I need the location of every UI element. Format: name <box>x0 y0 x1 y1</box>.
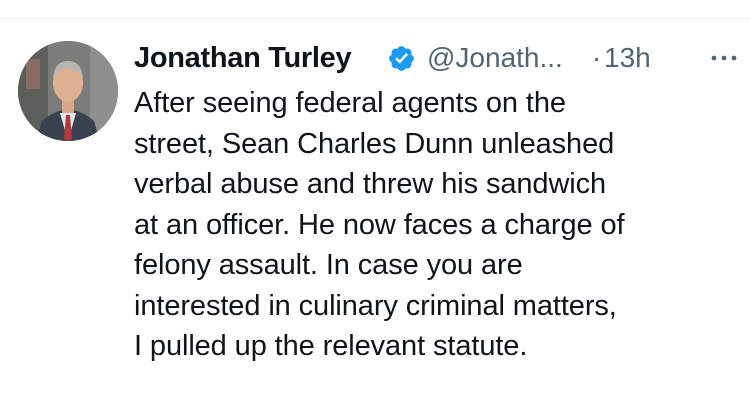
tweet-text-line: verbal abuse and threw his sandwich <box>134 168 607 200</box>
timestamp[interactable]: 13h <box>604 39 651 77</box>
tweet-text-line: at an officer. He now faces a charge of <box>134 208 625 241</box>
tweet-header: Jonathan Turley @Jonath... · 13h <box>134 39 737 79</box>
tweet-text-line: I pulled up the relevant statute. <box>134 330 528 362</box>
verified-badge-icon[interactable] <box>387 44 416 73</box>
tweet-text: After seeing federal agents on the stree… <box>134 83 734 367</box>
author-handle[interactable]: @Jonath... <box>427 39 563 77</box>
author-name[interactable]: Jonathan Turley <box>134 39 352 77</box>
avatar[interactable] <box>18 41 118 141</box>
tweet[interactable]: Jonathan Turley @Jonath... · 13h After s… <box>0 19 750 401</box>
tweet-text-line: felony assault. In case you are <box>134 249 523 281</box>
more-options-icon[interactable] <box>706 45 742 71</box>
tweet-text-line: street, Sean Charles Dunn unleashed <box>134 127 615 160</box>
separator-dot: · <box>592 42 602 73</box>
avatar-photo <box>18 41 118 141</box>
tweet-text-line: After seeing federal agents on the <box>134 87 566 119</box>
tweet-text-line: interested in culinary criminal matters, <box>134 289 617 322</box>
